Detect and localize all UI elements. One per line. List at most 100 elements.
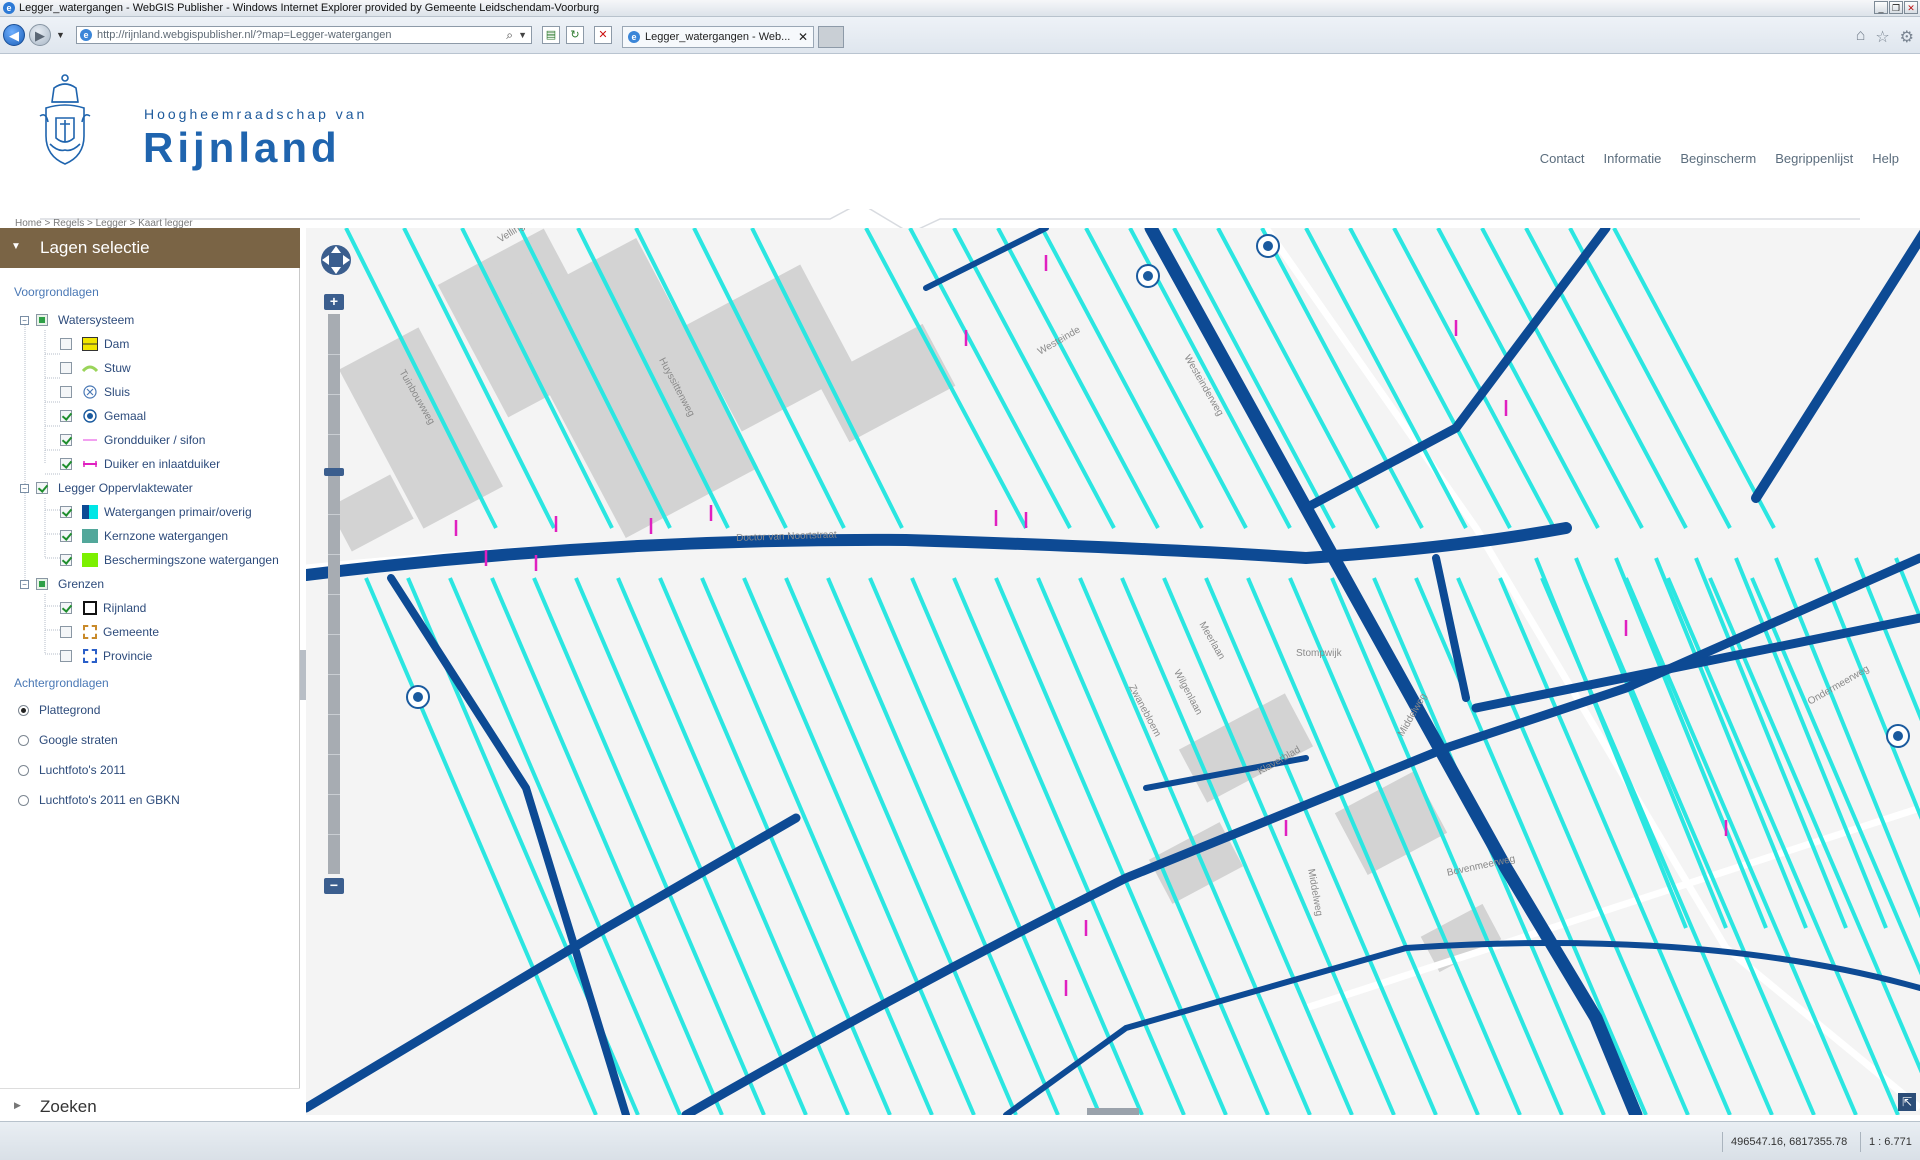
restore-button[interactable]: ❐: [1889, 1, 1903, 14]
ditch-line: [910, 577, 1144, 1115]
layer-gemeente[interactable]: Gemeente: [60, 622, 159, 642]
collapse-toggle-icon[interactable]: −: [20, 579, 29, 589]
tab-close-icon[interactable]: ✕: [798, 27, 808, 47]
layer-dam[interactable]: Dam: [60, 334, 129, 354]
layer-duiker[interactable]: Duiker en inlaatduiker: [60, 454, 220, 474]
browser-tab[interactable]: e Legger_watergangen - Web... ✕: [622, 26, 814, 48]
layer-checkbox[interactable]: [60, 362, 72, 374]
top-navigation: Contact Informatie Beginscherm Begrippen…: [1540, 151, 1899, 166]
address-bar[interactable]: e http://rijnland.webgispublisher.nl/?ma…: [76, 26, 532, 44]
radio-button[interactable]: [18, 734, 29, 746]
layer-stuw[interactable]: Stuw: [60, 358, 131, 378]
collapse-toggle-icon[interactable]: −: [20, 315, 29, 325]
layer-beschermingszone[interactable]: Beschermingszone watergangen: [60, 550, 279, 570]
layer-checkbox[interactable]: [60, 602, 72, 614]
nav-help[interactable]: Help: [1872, 151, 1899, 166]
gemaal-marker-icon[interactable]: [1256, 234, 1280, 258]
layer-label: Provincie: [103, 649, 153, 663]
layer-provincie[interactable]: Provincie: [60, 646, 152, 666]
layer-label: Gemeente: [103, 625, 160, 639]
layer-watergangen[interactable]: Watergangen primair/overig: [60, 502, 252, 522]
pan-control-icon[interactable]: [318, 242, 354, 278]
overview-toggle-icon[interactable]: ⇱: [1898, 1093, 1916, 1111]
layer-checkbox[interactable]: [60, 338, 72, 350]
tab-page-icon: e: [628, 31, 640, 43]
nav-beginscherm[interactable]: Beginscherm: [1680, 151, 1756, 166]
layer-checkbox[interactable]: [60, 458, 72, 470]
nav-begrippenlijst[interactable]: Begrippenlijst: [1775, 151, 1853, 166]
group-grenzen[interactable]: − Grenzen: [20, 574, 104, 594]
zoom-slider-track[interactable]: [328, 314, 340, 874]
group-checkbox[interactable]: [36, 578, 48, 590]
group-legger-oppervlaktewater[interactable]: − Legger Oppervlaktewater: [20, 478, 193, 498]
layer-gemaal[interactable]: Gemaal: [60, 406, 146, 426]
history-dropdown-icon[interactable]: ▼: [56, 30, 65, 40]
group-checkbox[interactable]: [36, 314, 48, 326]
layer-checkbox[interactable]: [60, 554, 72, 566]
map-viewport[interactable]: Vellingweg Tuinbouwweg Huyssittenweg Wes…: [306, 228, 1920, 1115]
refresh-icon[interactable]: ↻: [566, 26, 584, 44]
layer-checkbox[interactable]: [60, 650, 72, 662]
search-icon[interactable]: ⌕: [506, 27, 513, 43]
layer-grondduiker[interactable]: Grondduiker / sifon: [60, 430, 205, 450]
layer-label: Stuw: [104, 361, 131, 375]
zoom-slider-handle[interactable]: [324, 468, 344, 476]
background-label: Luchtfoto's 2011 en GBKN: [39, 793, 180, 807]
background-luchtfoto-2011-gbkn[interactable]: Luchtfoto's 2011 en GBKN: [18, 790, 180, 810]
layer-kernzone[interactable]: Kernzone watergangen: [60, 526, 228, 546]
background-google-straten[interactable]: Google straten: [18, 730, 118, 750]
layer-label: Kernzone watergangen: [104, 529, 229, 543]
back-button[interactable]: ◀: [3, 24, 25, 46]
forward-button[interactable]: ▶: [29, 24, 51, 46]
ditch-line: [1568, 228, 1732, 529]
radio-button[interactable]: [18, 704, 29, 716]
layer-checkbox[interactable]: [60, 626, 72, 638]
new-tab-button[interactable]: [818, 26, 844, 48]
ditch-line: [1414, 577, 1648, 1115]
ditch-line: [1246, 577, 1480, 1115]
close-window-button[interactable]: ✕: [1904, 1, 1918, 14]
background-plattegrond[interactable]: Plattegrond: [18, 700, 100, 720]
background-label: Google straten: [39, 733, 118, 747]
collapse-toggle-icon[interactable]: −: [20, 483, 29, 493]
map-bottom-handle[interactable]: [1087, 1108, 1139, 1115]
nav-contact[interactable]: Contact: [1540, 151, 1585, 166]
window-title-bar: e Legger_watergangen - WebGIS Publisher …: [0, 0, 1920, 17]
group-checkbox[interactable]: [36, 482, 48, 494]
map-canvas[interactable]: [306, 228, 1920, 1115]
minimize-button[interactable]: _: [1874, 1, 1888, 14]
ditch-line: [616, 577, 850, 1115]
layer-checkbox[interactable]: [60, 530, 72, 542]
stuw-icon: [81, 361, 99, 375]
zoom-in-button[interactable]: +: [324, 294, 344, 310]
search-section[interactable]: ▶ Zoeken: [0, 1088, 300, 1122]
home-icon[interactable]: ⌂: [1856, 27, 1866, 47]
layer-checkbox[interactable]: [60, 386, 72, 398]
ditch-line: [364, 577, 598, 1115]
ditch-line: [996, 228, 1160, 529]
layer-sluis[interactable]: Sluis: [60, 382, 130, 402]
tools-gear-icon[interactable]: ⚙: [1900, 27, 1914, 47]
gemaal-marker-icon[interactable]: [1886, 724, 1910, 748]
layer-checkbox[interactable]: [60, 434, 72, 446]
gemaal-marker-icon[interactable]: [1136, 264, 1160, 288]
background-luchtfoto-2011[interactable]: Luchtfoto's 2011: [18, 760, 126, 780]
layer-checkbox[interactable]: [60, 506, 72, 518]
nav-informatie[interactable]: Informatie: [1604, 151, 1662, 166]
address-dropdown-icon[interactable]: ▼: [518, 27, 527, 43]
stop-icon[interactable]: ✕: [594, 26, 612, 44]
layer-checkbox[interactable]: [60, 410, 72, 422]
favorites-icon[interactable]: ☆: [1875, 27, 1889, 47]
radio-button[interactable]: [18, 764, 29, 776]
zoom-out-button[interactable]: −: [324, 878, 344, 894]
ditch-line: [1534, 557, 1688, 929]
logo-title: Rijnland: [143, 124, 341, 171]
group-watersysteem[interactable]: − Watersysteem: [20, 310, 134, 330]
radio-button[interactable]: [18, 794, 29, 806]
compatibility-view-icon[interactable]: ▤: [542, 26, 560, 44]
gemaal-marker-icon[interactable]: [406, 685, 430, 709]
street-label: Stompwijk: [1296, 648, 1342, 659]
layer-rijnland[interactable]: Rijnland: [60, 598, 146, 618]
expand-arrow-icon[interactable]: ▶: [14, 1100, 21, 1111]
logo-subtitle: Hoogheemraadschap van: [144, 106, 368, 122]
